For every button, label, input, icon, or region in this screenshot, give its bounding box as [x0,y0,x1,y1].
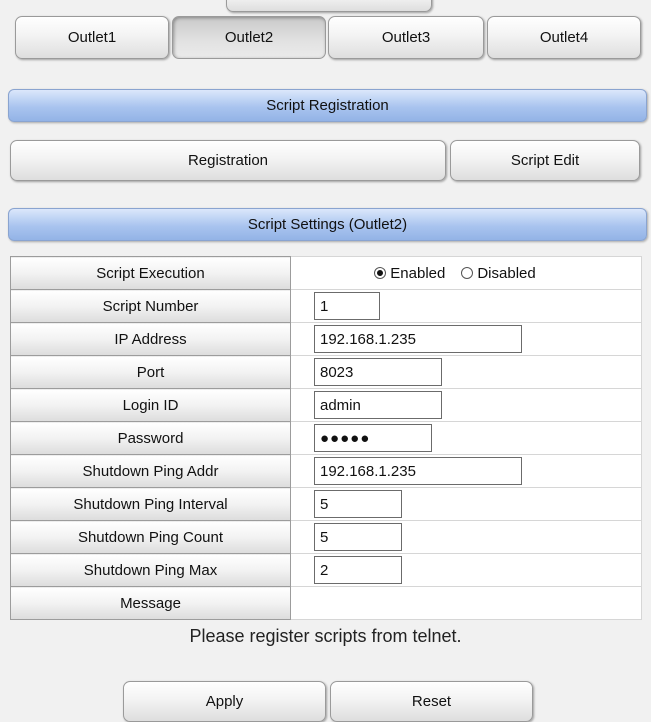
top-cutoff-button[interactable] [226,0,432,12]
script-settings-table: Script Execution Enabled Disabled Script… [10,256,642,620]
register-scripts-message: Please register scripts from telnet. [189,626,462,646]
shutdown-ping-max-label: Shutdown Ping Max [10,553,291,587]
shutdown-ping-count-input[interactable]: 5 [314,523,402,551]
table-row: Password ●●●●● [10,421,642,455]
table-row: Login ID admin [10,388,642,422]
script-execution-label: Script Execution [10,256,291,290]
script-execution-radio-group: Enabled Disabled [314,265,641,282]
script-number-input[interactable]: 1 [314,292,380,320]
shutdown-ping-interval-label: Shutdown Ping Interval [10,487,291,521]
message-label: Message [10,586,291,620]
table-row: Port 8023 [10,355,642,389]
port-label: Port [10,355,291,389]
table-row: Shutdown Ping Interval 5 [10,487,642,521]
enabled-radio-label: Enabled [390,264,446,282]
table-row: Message [10,586,642,620]
tab-outlet1[interactable]: Outlet1 [15,16,169,59]
table-row: IP Address 192.168.1.235 [10,322,642,356]
password-label: Password [10,421,291,455]
script-execution-value: Enabled Disabled [290,256,642,290]
tab-outlet4[interactable]: Outlet4 [487,16,641,59]
registration-button[interactable]: Registration [10,140,446,181]
script-registration-header: Script Registration [8,89,647,122]
password-input[interactable]: ●●●●● [314,424,432,452]
script-edit-button[interactable]: Script Edit [450,140,640,181]
table-row: Shutdown Ping Addr 192.168.1.235 [10,454,642,488]
ip-address-label: IP Address [10,322,291,356]
script-settings-header: Script Settings (Outlet2) [8,208,647,241]
login-id-label: Login ID [10,388,291,422]
radio-unselected-icon [461,267,474,279]
radio-selected-icon [374,267,387,279]
table-row: Script Execution Enabled Disabled [10,256,642,290]
table-row: Shutdown Ping Max 2 [10,553,642,587]
tab-outlet2[interactable]: Outlet2 [172,16,326,59]
table-row: Shutdown Ping Count 5 [10,520,642,554]
apply-button[interactable]: Apply [123,681,326,722]
tab-outlet3[interactable]: Outlet3 [328,16,484,59]
table-row: Script Number 1 [10,289,642,323]
shutdown-ping-count-label: Shutdown Ping Count [10,520,291,554]
shutdown-ping-interval-input[interactable]: 5 [314,490,402,518]
script-number-label: Script Number [10,289,291,323]
disabled-radio[interactable]: Disabled [461,264,536,282]
port-input[interactable]: 8023 [314,358,442,386]
ip-address-input[interactable]: 192.168.1.235 [314,325,522,353]
shutdown-ping-addr-input[interactable]: 192.168.1.235 [314,457,522,485]
shutdown-ping-addr-label: Shutdown Ping Addr [10,454,291,488]
disabled-radio-label: Disabled [477,264,536,282]
reset-button[interactable]: Reset [330,681,533,722]
message-value [290,586,642,620]
shutdown-ping-max-input[interactable]: 2 [314,556,402,584]
enabled-radio[interactable]: Enabled [374,265,445,282]
login-id-input[interactable]: admin [314,391,442,419]
